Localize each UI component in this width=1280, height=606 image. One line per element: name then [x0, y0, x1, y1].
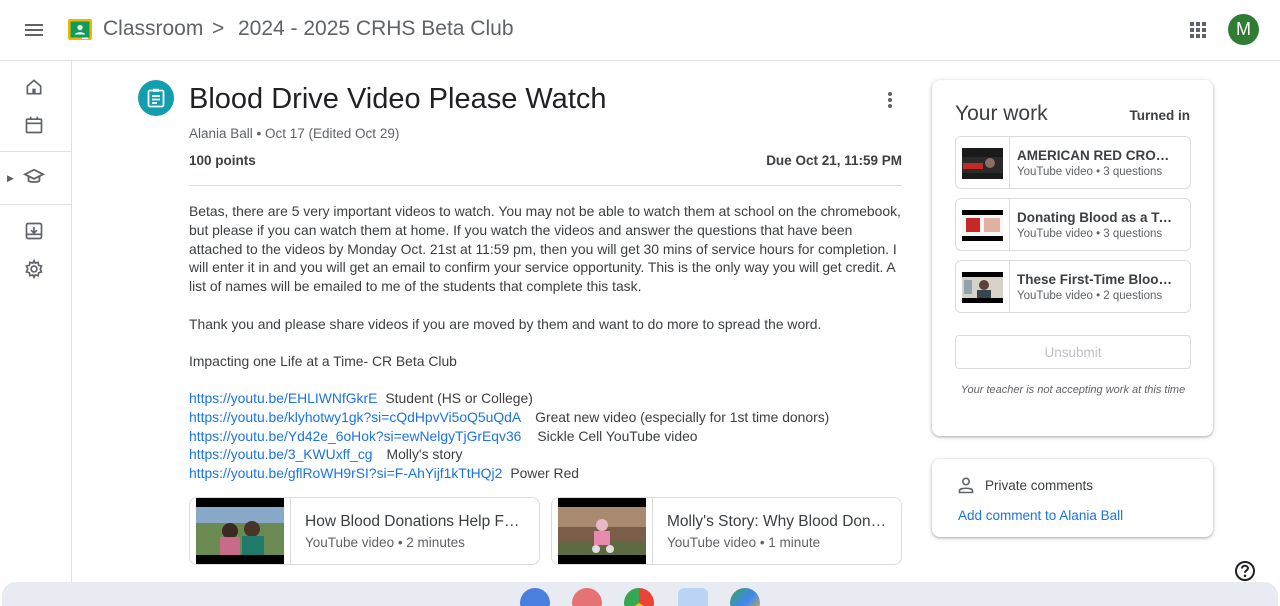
video-link-list: https://youtu.be/EHLIWNfGkrE Student (HS … [189, 389, 829, 483]
archive-icon [25, 222, 43, 240]
assignment-clipboard-icon [147, 88, 165, 108]
shelf-launcher-icon[interactable] [520, 588, 550, 606]
chrome-icon[interactable] [624, 588, 654, 606]
attachment-title: How Blood Donations Help Families [305, 513, 525, 530]
video-link[interactable]: https://youtu.be/klyhotwy1gk?si=cQdHpvVi… [189, 409, 521, 425]
play-store-icon[interactable] [730, 588, 760, 606]
person-icon [958, 477, 974, 494]
video-link[interactable]: https://youtu.be/Yd42e_6oHok?si=ewNelgyT… [189, 428, 521, 444]
link-label: Power Red [510, 465, 580, 482]
link-row: https://youtu.be/Yd42e_6oHok?si=ewNelgyT… [189, 427, 829, 446]
private-comments-panel: Private comments Add comment to Alania B… [932, 459, 1213, 537]
work-attachment-subtitle: YouTube video • 3 questions [1017, 166, 1163, 178]
work-attachment[interactable]: AMERICAN RED CROSS - RESCUE YouTube vide… [955, 136, 1191, 189]
work-attachment-subtitle: YouTube video • 3 questions [1017, 228, 1163, 240]
more-options-button[interactable] [878, 88, 902, 112]
video-link[interactable]: https://youtu.be/EHLIWNfGkrE [189, 390, 377, 406]
description-paragraph: Thank you and please share videos if you… [189, 315, 822, 332]
private-comments-title: Private comments [985, 478, 1094, 493]
files-app-icon[interactable] [678, 588, 708, 606]
work-attachment-subtitle: YouTube video • 2 questions [1017, 290, 1163, 302]
description-paragraph: Betas, there are 5 very important videos… [189, 203, 901, 295]
video-link[interactable]: https://youtu.be/3_KWUxff_cg [189, 446, 373, 462]
expand-caret-icon[interactable]: ▶ [7, 173, 14, 184]
video-thumbnail [962, 272, 1003, 303]
help-icon[interactable] [1234, 560, 1256, 582]
calendar-icon [25, 116, 43, 134]
unsubmit-button[interactable]: Unsubmit [955, 335, 1191, 369]
points-label: 100 points [189, 153, 256, 168]
gear-icon [25, 259, 43, 279]
nav-calendar[interactable] [20, 111, 48, 139]
video-thumbnail [962, 210, 1003, 241]
google-apps-button[interactable] [1182, 14, 1214, 46]
not-accepting-note: Your teacher is not accepting work at th… [960, 384, 1186, 396]
attachment-card[interactable]: How Blood Donations Help Families YouTub… [189, 497, 540, 565]
video-thumbnail [962, 148, 1003, 179]
nav-settings[interactable] [20, 255, 48, 283]
your-work-title: Your work [955, 102, 1048, 125]
nav-archived[interactable] [20, 217, 48, 245]
assignment-title: Blood Drive Video Please Watch [189, 83, 607, 115]
hamburger-menu-icon [25, 24, 43, 36]
submission-status: Turned in [1129, 108, 1191, 123]
nav-enrolled[interactable] [20, 163, 48, 191]
link-row: https://youtu.be/gflRoWH9rSI?si=F-AhYijf… [189, 464, 829, 483]
class-title-link[interactable]: 2024 - 2025 CRHS Beta Club [238, 17, 514, 41]
attachment-card[interactable]: Molly's Story: Why Blood Donation Matter… [551, 497, 902, 565]
work-attachment-title: These First-Time Blood Donors [1017, 272, 1177, 287]
work-attachment[interactable]: These First-Time Blood Donors YouTube vi… [955, 260, 1191, 313]
link-row: https://youtu.be/EHLIWNfGkrE Student (HS … [189, 389, 829, 408]
your-work-panel: Your work Turned in AMERICAN RED CROSS -… [932, 80, 1213, 436]
due-date-label: Due Oct 21, 11:59 PM [766, 153, 902, 168]
classroom-logo-icon[interactable] [68, 19, 92, 40]
main-menu-button[interactable] [18, 14, 50, 46]
school-hat-icon [23, 168, 45, 183]
more-vert-icon [888, 92, 892, 108]
header-divider [189, 185, 902, 186]
assignment-description: Betas, there are 5 very important videos… [189, 202, 904, 371]
link-label: Sickle Cell YouTube video [537, 427, 698, 444]
nav-home[interactable] [20, 73, 48, 101]
video-thumbnail [196, 498, 284, 564]
os-shelf [2, 582, 1278, 606]
breadcrumb-separator: > [212, 17, 225, 40]
account-avatar[interactable]: M [1228, 14, 1259, 45]
description-paragraph: Impacting one Life at a Time- CR Beta Cl… [189, 353, 457, 370]
link-label: Student (HS or College) [385, 390, 533, 406]
navigation-rail: ▶ [0, 61, 72, 606]
shelf-app-icon[interactable] [572, 588, 602, 606]
link-label: Molly's story [386, 446, 463, 463]
attachment-subtitle: YouTube video • 2 minutes [305, 535, 465, 550]
work-attachment-title: AMERICAN RED CROSS - RESCUE [1017, 148, 1177, 163]
top-app-bar: Classroom > 2024 - 2025 CRHS Beta Club M [0, 0, 1280, 61]
link-row: https://youtu.be/3_KWUxff_cg Molly's stor… [189, 445, 829, 464]
rail-divider [0, 204, 72, 205]
video-thumbnail [558, 498, 646, 564]
attachment-title: Molly's Story: Why Blood Donation Matter… [667, 513, 887, 530]
rail-divider [0, 151, 72, 152]
attachment-subtitle: YouTube video • 1 minute [667, 535, 821, 550]
add-private-comment-link[interactable]: Add comment to Alania Ball [958, 508, 1123, 523]
work-attachment-title: Donating Blood as a Teen [1017, 210, 1177, 225]
work-attachment[interactable]: Donating Blood as a Teen YouTube video •… [955, 198, 1191, 251]
assignment-icon [138, 80, 174, 116]
video-link[interactable]: https://youtu.be/gflRoWH9rSI?si=F-AhYijf… [189, 465, 502, 481]
link-row: https://youtu.be/klyhotwy1gk?si=cQdHpvVi… [189, 408, 829, 427]
assignment-meta: Alania Ball • Oct 17 (Edited Oct 29) [189, 126, 400, 141]
link-label: Great new video (especially for 1st time… [535, 408, 830, 425]
app-title-link[interactable]: Classroom [103, 17, 203, 41]
apps-grid-icon [1190, 22, 1206, 38]
home-icon [26, 79, 42, 95]
